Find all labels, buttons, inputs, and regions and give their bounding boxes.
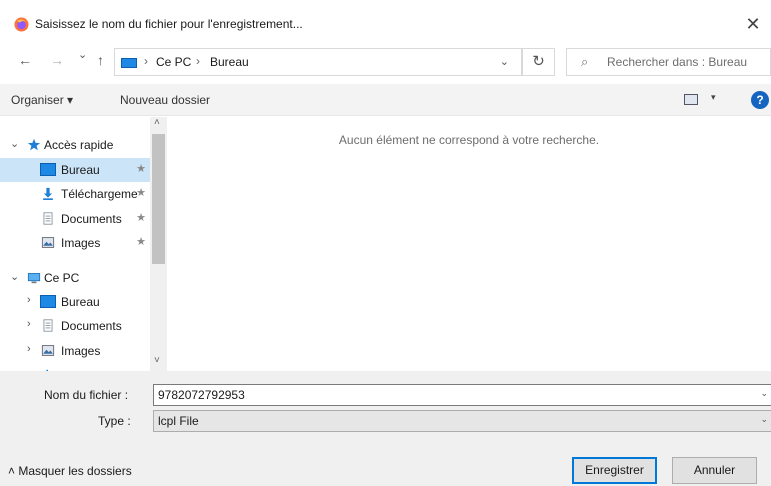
scroll-down-icon[interactable]: ˅ — [154, 355, 160, 366]
close-icon[interactable]: ✕ — [741, 12, 765, 36]
sidebar-item-label: Documents — [61, 319, 122, 333]
hide-folders-toggle[interactable]: ˄ Masquer les dossiers — [8, 464, 132, 478]
search-input[interactable]: ⌕ Rechercher dans : Bureau — [566, 48, 771, 76]
cancel-button[interactable]: Annuler — [672, 457, 757, 484]
document-icon — [43, 319, 53, 332]
filename-label: Nom du fichier : — [44, 388, 129, 402]
download-icon — [43, 187, 53, 200]
this-pc-icon — [121, 58, 137, 68]
search-icon: ⌕ — [581, 54, 589, 69]
sidebar-item-label: Bureau — [61, 295, 100, 309]
breadcrumb-separator: › — [196, 54, 200, 68]
up-arrow-icon[interactable]: ↑ — [97, 52, 104, 68]
expand-chevron-icon[interactable]: ⌄ — [10, 270, 19, 283]
organize-menu-button[interactable]: Organiser ▾ — [11, 93, 73, 107]
file-type-label: Type : — [98, 414, 131, 428]
sidebar-item-pc-documents[interactable]: › Documents — [0, 314, 150, 338]
expand-chevron-icon[interactable]: › — [27, 343, 31, 355]
window-title: Saisissez le nom du fichier pour l'enreg… — [35, 17, 303, 31]
forward-arrow-icon[interactable]: → — [50, 52, 64, 68]
pin-icon: ★ — [136, 236, 146, 248]
pin-icon: ★ — [136, 163, 146, 175]
image-icon — [41, 345, 55, 356]
sidebar-item-quick-access[interactable]: ⌄ Accès rapide — [0, 133, 150, 157]
file-list[interactable]: Aucun élément ne correspond à votre rech… — [167, 117, 771, 371]
pin-icon: ★ — [136, 187, 146, 199]
sidebar-item-images[interactable]: Images ★ — [0, 231, 150, 255]
sidebar-item-label: Images — [61, 236, 101, 250]
sidebar-item-this-pc[interactable]: ⌄ Ce PC — [0, 266, 150, 290]
image-icon — [41, 237, 55, 248]
pin-icon: ★ — [136, 212, 146, 224]
navigation-pane: ⌄ Accès rapide Bureau ★ Téléchargeme ★ D… — [0, 117, 167, 371]
sidebar-item-label: Bureau — [61, 163, 100, 177]
scrollbar-thumb[interactable] — [152, 134, 165, 264]
command-bar: Organiser ▾ Nouveau dossier ▾ ? — [0, 84, 771, 116]
new-folder-button[interactable]: Nouveau dossier — [120, 93, 210, 107]
computer-icon — [27, 273, 41, 284]
address-bar[interactable]: › Ce PC › Bureau ⌄ — [114, 48, 522, 76]
expand-chevron-icon[interactable]: › — [27, 318, 31, 330]
file-type-dropdown-icon[interactable]: ⌄ — [760, 414, 768, 425]
recent-locations-chevron-icon[interactable]: ⌄ — [78, 48, 87, 61]
sidebar-item-label: Accès rapide — [44, 138, 114, 152]
refresh-icon: ↻ — [532, 53, 545, 70]
breadcrumb-this-pc[interactable]: Ce PC — [156, 55, 191, 69]
help-icon[interactable]: ? — [751, 91, 769, 109]
back-arrow-icon[interactable]: ← — [18, 52, 32, 68]
sidebar-scrollbar[interactable]: ˄ ˅ — [150, 117, 167, 371]
expand-chevron-icon[interactable]: › — [27, 294, 31, 306]
refresh-button[interactable]: ↻ — [522, 48, 555, 76]
empty-results-message: Aucun élément ne correspond à votre rech… — [338, 133, 600, 147]
file-type-select[interactable]: lcpl File ⌄ — [153, 410, 771, 432]
desktop-icon — [40, 163, 56, 176]
sidebar-item-pc-images[interactable]: › Images — [0, 339, 150, 363]
save-button[interactable]: Enregistrer — [572, 457, 657, 484]
firefox-icon — [14, 17, 29, 32]
search-placeholder: Rechercher dans : Bureau — [607, 55, 748, 69]
sidebar-item-label: Images — [61, 344, 101, 358]
breadcrumb-separator: › — [144, 54, 148, 68]
breadcrumb-bureau[interactable]: Bureau — [210, 55, 249, 69]
sidebar-item-bureau[interactable]: Bureau ★ — [0, 158, 150, 182]
navigation-bar: ← → ⌄ ↑ › Ce PC › Bureau ⌄ ↻ ⌕ Recherche… — [0, 42, 771, 80]
expand-chevron-icon[interactable]: ⌄ — [10, 137, 19, 150]
sidebar-item-downloads[interactable]: Téléchargeme ★ — [0, 182, 150, 206]
sidebar-item-label: Téléchargeme — [61, 187, 138, 201]
sidebar-item-label: Ce PC — [44, 271, 80, 285]
sidebar-item-documents[interactable]: Documents ★ — [0, 207, 150, 231]
scroll-up-icon[interactable]: ˄ — [154, 117, 160, 128]
address-dropdown-icon[interactable]: ⌄ — [500, 55, 509, 68]
sidebar-item-partial[interactable] — [0, 364, 150, 371]
document-icon — [43, 212, 53, 225]
view-options-icon[interactable] — [684, 94, 698, 105]
star-icon — [27, 138, 41, 151]
title-bar: Saisissez le nom du fichier pour l'enreg… — [0, 0, 771, 42]
desktop-icon — [40, 295, 56, 308]
sidebar-item-label: Documents — [61, 212, 122, 226]
file-type-value: lcpl File — [158, 414, 199, 428]
filename-dropdown-icon[interactable]: ⌄ — [760, 388, 768, 399]
view-options-caret-icon[interactable]: ▾ — [711, 92, 716, 103]
sidebar-item-pc-bureau[interactable]: › Bureau — [0, 290, 150, 314]
filename-field[interactable]: 9782072792953 ⌄ — [153, 384, 771, 406]
filename-value: 9782072792953 — [158, 388, 245, 402]
